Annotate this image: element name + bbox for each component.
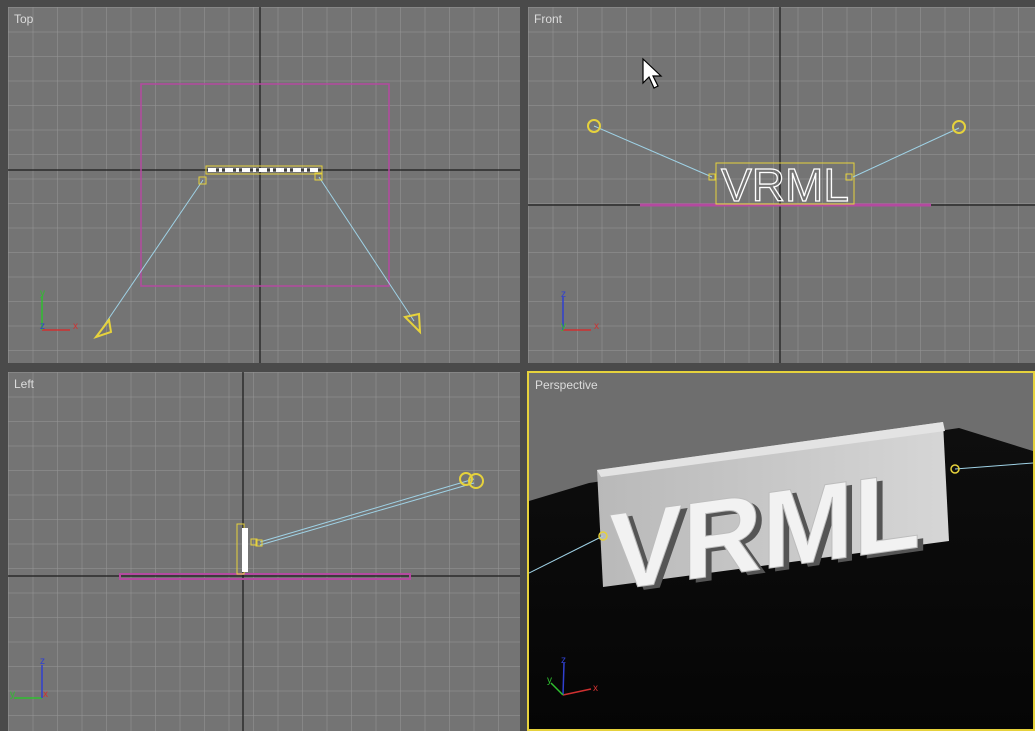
axis-label-x: x [73,321,78,332]
light-link-left [593,125,713,178]
axis-z-icon [562,662,565,696]
viewport-label-left[interactable]: Left [14,377,34,391]
top-viewport-canvas: y z x [8,7,520,363]
viewport-label-perspective[interactable]: Perspective [535,378,598,392]
axis-label-z: z [40,656,45,667]
axis-label-x: x [594,321,599,332]
text-object-front: VRML [721,159,849,211]
viewport-front[interactable]: Front VRML z y x [528,7,1035,363]
light-link-b [259,482,475,546]
light-link-left [102,179,204,328]
light-link-right [852,127,960,178]
mouse-cursor-icon [642,57,663,89]
viewport-perspective[interactable]: Perspective VRML VRML z y x [527,371,1035,731]
perspective-viewport-canvas: VRML VRML z y x [529,422,1033,729]
left-viewport-canvas: z y x [8,372,520,731]
light-link-a [259,478,475,543]
spotlight-right-icon [402,312,422,335]
axis-label-y: y [10,689,15,700]
text-object-side [242,528,248,572]
axis-label-z: z [561,289,566,300]
axis-label-y: y [561,321,566,332]
spotlight-right-icon [952,120,966,134]
axis-label-z: z [40,321,45,332]
light-link-right [318,176,415,322]
axis-label-y: y [547,675,552,686]
axis-label-x: x [43,689,48,700]
axis-label-y: y [40,288,45,299]
ground-plane-outline [140,83,390,287]
axis-label-x: x [593,683,598,694]
viewport-left[interactable]: Left z y x [8,372,520,731]
axis-label-z: z [561,655,566,666]
spotlight-left-icon [93,317,113,339]
viewport-top[interactable]: Top y z x [8,7,520,363]
viewport-label-front[interactable]: Front [534,12,562,26]
front-viewport-canvas: VRML z y x [528,7,1035,363]
viewport-label-top[interactable]: Top [14,12,33,26]
